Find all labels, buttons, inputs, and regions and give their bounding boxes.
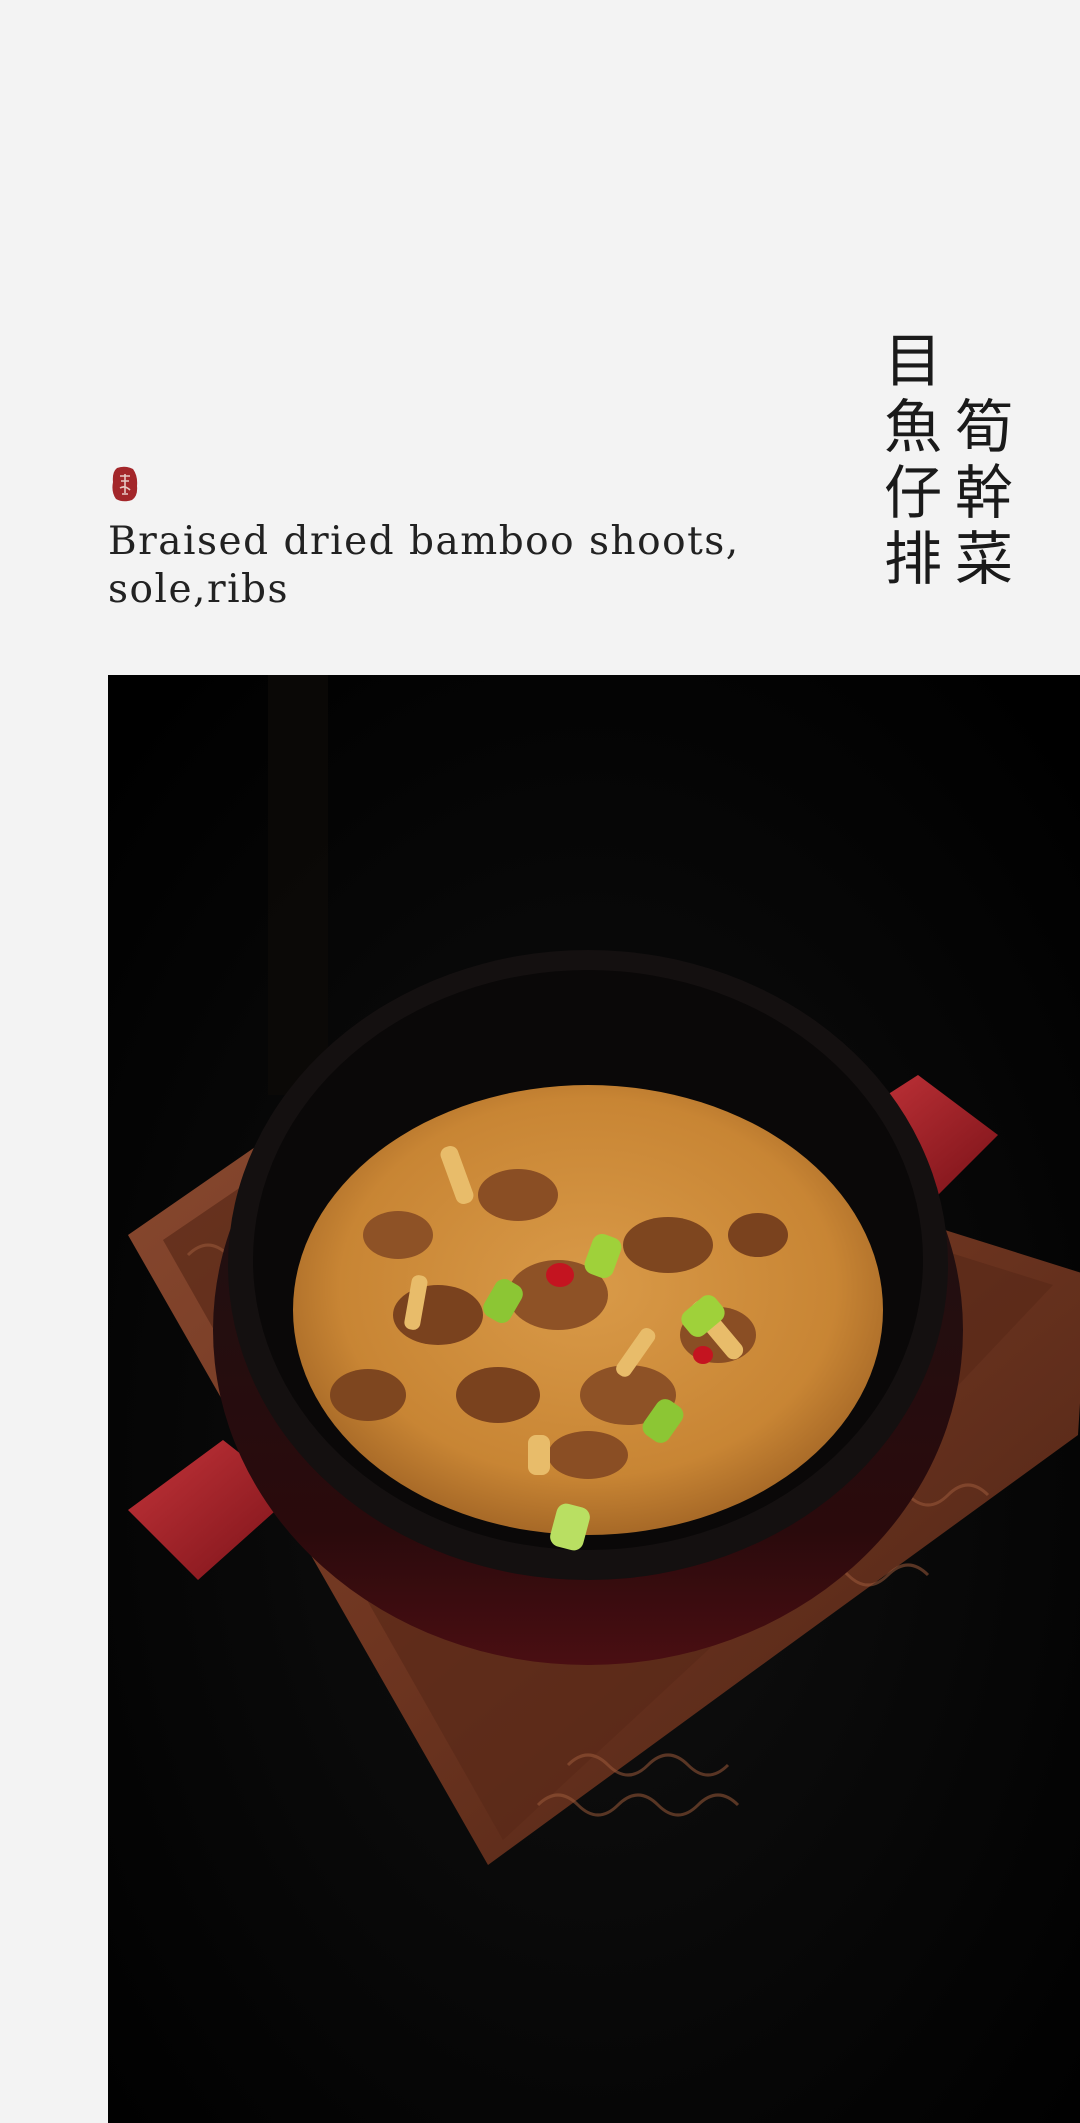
- dish-name-english-line2: sole,ribs: [108, 567, 290, 612]
- dish-name-english: Braised dried bamboo shoots, sole,ribs: [108, 518, 748, 614]
- dish-name-chinese-col1: 目魚仔排: [874, 330, 942, 594]
- dish-photo: [108, 675, 1080, 2123]
- dish-name-chinese-col2: 筍幹菜: [945, 396, 1013, 594]
- dish-name-english-line1: Braised dried bamboo shoots,: [108, 519, 740, 564]
- seal-stamp-icon: [112, 466, 138, 502]
